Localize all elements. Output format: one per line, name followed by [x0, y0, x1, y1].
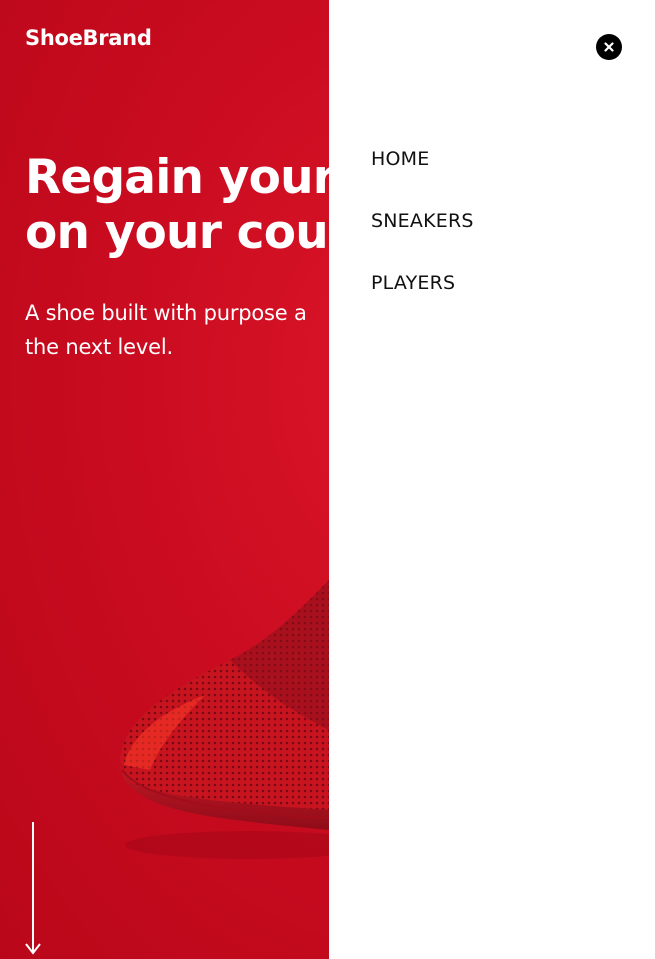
arrow-down-icon[interactable] [24, 820, 42, 956]
menu-item-home: HOME [371, 145, 474, 207]
menu-link-players[interactable]: PLAYERS [371, 269, 455, 297]
menu-item-sneakers: SNEAKERS [371, 207, 474, 269]
close-icon [604, 42, 614, 52]
nav-menu-panel: HOME SNEAKERS PLAYERS [329, 0, 655, 959]
close-menu-button[interactable] [596, 34, 622, 60]
menu-link-sneakers[interactable]: SNEAKERS [371, 207, 474, 235]
hero-subtext-line-1: A shoe built with purpose a [25, 301, 307, 325]
nav-menu-list: HOME SNEAKERS PLAYERS [371, 145, 474, 331]
hero-headline-line-1: Regain your [25, 150, 336, 205]
hero-headline-line-2: on your cour [25, 205, 351, 260]
sneaker-image [120, 580, 350, 859]
brand-logo[interactable]: ShoeBrand [25, 26, 152, 50]
menu-item-players: PLAYERS [371, 269, 474, 331]
hero-subtext-line-2: the next level. [25, 335, 173, 359]
menu-link-home[interactable]: HOME [371, 145, 429, 173]
